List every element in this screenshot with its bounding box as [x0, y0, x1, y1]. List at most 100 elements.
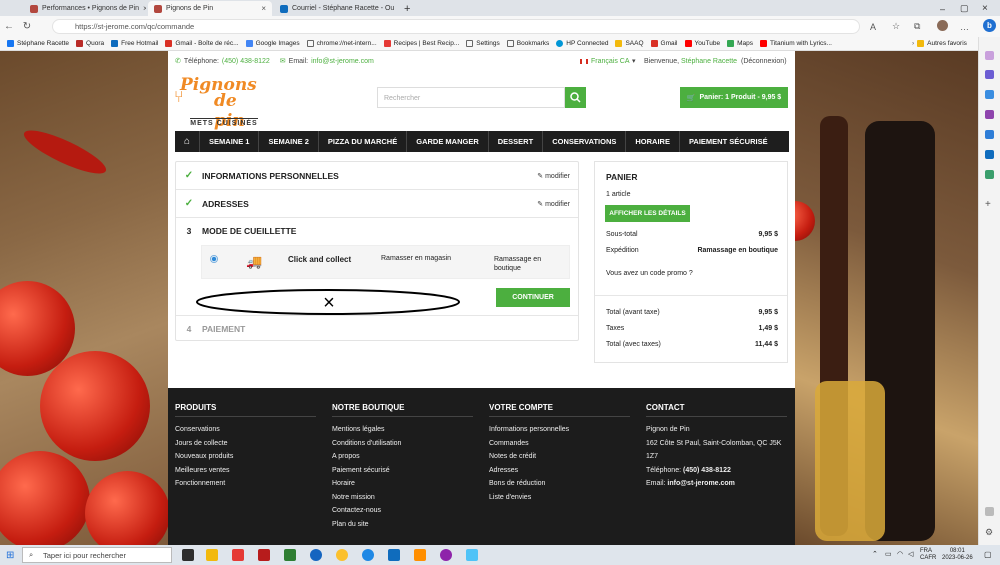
- step-addresses[interactable]: ✓ ADRESSES ✎ modifier: [176, 190, 578, 218]
- bing-icon[interactable]: b: [983, 19, 996, 32]
- search-input[interactable]: Rechercher: [377, 87, 565, 108]
- favorite-item[interactable]: Free Hotmail: [111, 40, 158, 47]
- site-logo[interactable]: Pignons de pin METS CUISINÉS ⑂: [174, 71, 266, 131]
- user-name-link[interactable]: Stéphane Racette: [681, 58, 737, 65]
- favorite-item[interactable]: Gmail - Boîte de réc...: [165, 40, 239, 47]
- new-tab-button[interactable]: +: [398, 1, 414, 16]
- close-tab-icon[interactable]: ×: [261, 4, 266, 13]
- footer-link[interactable]: Nouveaux produits: [175, 450, 316, 464]
- language-indicator[interactable]: FRA CAFR: [920, 548, 936, 562]
- modify-address-link[interactable]: ✎ modifier: [537, 200, 570, 208]
- language-selector[interactable]: Français CA: [591, 58, 630, 65]
- footer-link[interactable]: Plan du site: [332, 518, 473, 532]
- outlook-icon[interactable]: [985, 150, 994, 159]
- favorite-item[interactable]: Bookmarks: [506, 40, 549, 47]
- footer-link[interactable]: Bons de réduction: [489, 477, 630, 491]
- modify-personal-link[interactable]: ✎ modifier: [537, 172, 570, 180]
- back-icon[interactable]: ←: [0, 21, 18, 32]
- outlook-icon[interactable]: [388, 549, 400, 561]
- step-payment[interactable]: 4 PAIEMENT: [176, 316, 578, 341]
- office-icon[interactable]: [985, 130, 994, 139]
- task-view-icon[interactable]: [182, 549, 194, 561]
- footer-link[interactable]: Informations personnelles: [489, 423, 630, 437]
- favorite-item[interactable]: Google Images: [245, 40, 300, 47]
- app-icon[interactable]: [284, 549, 296, 561]
- nav-pizza[interactable]: PIZZA DU MARCHÉ: [319, 131, 408, 152]
- continue-button[interactable]: CONTINUER: [496, 288, 570, 307]
- tools-icon[interactable]: [985, 90, 994, 99]
- filezilla-icon[interactable]: [258, 549, 270, 561]
- nav-conservations[interactable]: CONSERVATIONS: [543, 131, 627, 152]
- footer-link[interactable]: Meilleures ventes: [175, 464, 316, 478]
- footer-link[interactable]: Commandes: [489, 437, 630, 451]
- nav-dessert[interactable]: DESSERT: [489, 131, 544, 152]
- delivery-radio[interactable]: [210, 255, 218, 263]
- chrome-icon[interactable]: [336, 549, 348, 561]
- search-icon[interactable]: [985, 51, 994, 60]
- favorite-item[interactable]: Quora: [76, 40, 104, 47]
- favorite-item[interactable]: SAAQ: [615, 40, 644, 47]
- footer-phone[interactable]: (450) 438-8122: [683, 467, 731, 474]
- favorite-item[interactable]: Recipes | Best Recip...: [383, 40, 459, 47]
- nav-semaine-2[interactable]: SEMAINE 2: [259, 131, 319, 152]
- footer-link[interactable]: Paiement sécurisé: [332, 464, 473, 478]
- close-window-icon[interactable]: ×: [976, 1, 994, 16]
- favorite-item[interactable]: Maps: [727, 40, 753, 47]
- games-icon[interactable]: [985, 110, 994, 119]
- tab-performances[interactable]: Performances • Pignons de Pin ×: [24, 1, 146, 16]
- favorites-star-icon[interactable]: ☆: [892, 21, 900, 32]
- nav-horaire[interactable]: HORAIRE: [626, 131, 680, 152]
- footer-link[interactable]: Notre mission: [332, 491, 473, 505]
- delivery-option[interactable]: 🚚 Click and collect Ramasser en magasin …: [201, 245, 570, 279]
- footer-link[interactable]: Jours de collecte: [175, 437, 316, 451]
- cart-button[interactable]: 🛒 Panier: 1 Produit - 9,95 $: [680, 87, 788, 108]
- shopping-icon[interactable]: [985, 70, 994, 79]
- logout-link[interactable]: (Déconnexion): [741, 58, 787, 65]
- app-icon[interactable]: [440, 549, 452, 561]
- favorite-item[interactable]: chrome://net-intern...: [306, 40, 377, 47]
- read-aloud-icon[interactable]: A: [870, 22, 876, 32]
- show-details-button[interactable]: AFFICHER LES DÉTAILS: [605, 205, 690, 222]
- more-menu-icon[interactable]: …: [960, 22, 969, 32]
- refresh-icon[interactable]: ↻: [18, 21, 36, 32]
- split-icon[interactable]: [985, 507, 994, 516]
- home-icon[interactable]: ⌂: [175, 131, 201, 152]
- volume-icon[interactable]: ◁: [908, 550, 913, 558]
- favorite-item[interactable]: Stéphane Racette: [7, 40, 69, 47]
- favorite-item[interactable]: HP Connected: [556, 40, 608, 47]
- footer-link[interactable]: A propos: [332, 450, 473, 464]
- tab-courriel[interactable]: Courriel - Stéphane Racette - Ou×: [274, 1, 396, 16]
- footer-link[interactable]: Fonctionnement: [175, 477, 316, 491]
- app-icon[interactable]: [310, 549, 322, 561]
- favorite-item[interactable]: YouTube: [684, 40, 720, 47]
- favorite-item[interactable]: Titanium with Lyrics...: [759, 40, 832, 47]
- promo-code-link[interactable]: Vous avez un code promo ?: [606, 270, 693, 277]
- nav-paiement[interactable]: PAIEMENT SÉCURISÉ: [680, 131, 777, 152]
- app-icon[interactable]: [466, 549, 478, 561]
- footer-link[interactable]: Liste d'envies: [489, 491, 630, 505]
- minimize-icon[interactable]: –: [934, 1, 951, 16]
- avatar[interactable]: [937, 20, 948, 31]
- windows-start-icon[interactable]: ⊞: [6, 550, 14, 561]
- footer-link[interactable]: Conservations: [175, 423, 316, 437]
- add-icon[interactable]: +: [985, 199, 994, 210]
- address-bar[interactable]: https://st-jerome.com/qc/commande: [52, 19, 860, 34]
- file-explorer-icon[interactable]: [206, 549, 218, 561]
- footer-link[interactable]: Adresses: [489, 464, 630, 478]
- collections-icon[interactable]: ⧉: [914, 21, 920, 32]
- footer-link[interactable]: Contactez-nous: [332, 504, 473, 518]
- favorite-item[interactable]: Gmail: [650, 40, 678, 47]
- nav-garde-manger[interactable]: GARDE MANGER: [407, 131, 489, 152]
- tab-pignons[interactable]: Pignons de Pin ×: [148, 1, 272, 16]
- other-favorites[interactable]: › Autres favoris: [912, 40, 967, 47]
- drop-icon[interactable]: [985, 170, 994, 179]
- app-icon[interactable]: [232, 549, 244, 561]
- clock[interactable]: 08:01 2023-06-26: [942, 548, 973, 562]
- footer-link[interactable]: Horaire: [332, 477, 473, 491]
- header-phone[interactable]: (450) 438-8122: [222, 58, 270, 65]
- footer-link[interactable]: Conditions d'utilisation: [332, 437, 473, 451]
- close-tab-icon[interactable]: ×: [143, 4, 146, 13]
- network-icon[interactable]: ▭: [885, 550, 892, 558]
- header-email[interactable]: info@st-jerome.com: [311, 58, 374, 65]
- footer-link[interactable]: Notes de crédit: [489, 450, 630, 464]
